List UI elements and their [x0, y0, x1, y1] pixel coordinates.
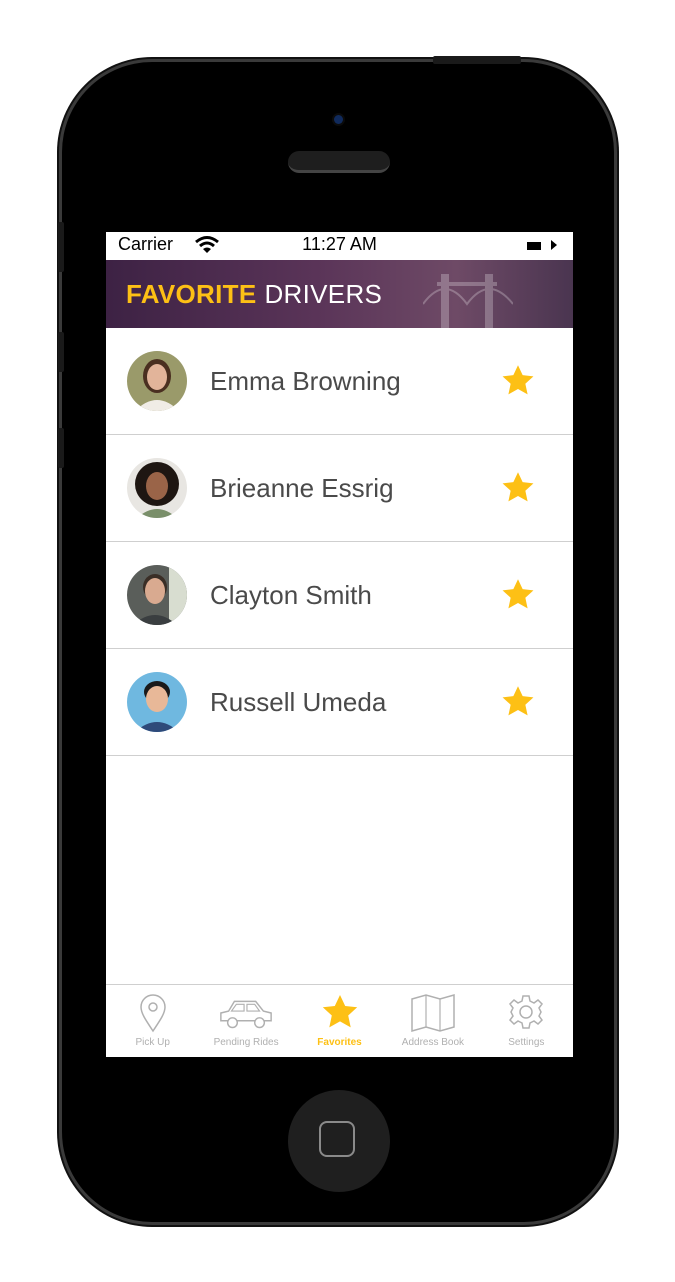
location-pin-icon: [139, 994, 166, 1033]
screen: Carrier 11:27 AM FAVORITE DRIVERS Emma B…: [106, 232, 573, 1057]
driver-row[interactable]: Brieanne Essrig: [106, 435, 573, 542]
volume-down-button: [58, 428, 64, 468]
driver-row[interactable]: Emma Browning: [106, 328, 573, 435]
avatar: [127, 458, 187, 518]
tab-label: Pick Up: [135, 1037, 170, 1048]
tab-bar: Pick Up Pending Rides Favorites Address …: [106, 984, 573, 1057]
car-icon: [220, 1000, 272, 1029]
driver-name: Russell Umeda: [210, 686, 387, 717]
tab-address-book[interactable]: Address Book: [386, 985, 479, 1057]
home-button-icon: [319, 1121, 355, 1157]
star-icon: [322, 995, 357, 1028]
tab-label: Favorites: [317, 1037, 362, 1048]
volume-up-button: [58, 332, 64, 372]
front-camera: [334, 115, 343, 124]
avatar: [127, 672, 187, 732]
device-frame: Carrier 11:27 AM FAVORITE DRIVERS Emma B…: [0, 0, 675, 1282]
speaker-grille: [288, 151, 390, 173]
driver-row[interactable]: Clayton Smith: [106, 542, 573, 649]
tab-settings[interactable]: Settings: [480, 985, 573, 1057]
driver-name: Emma Browning: [210, 365, 401, 396]
battery-icon: [527, 242, 541, 250]
tab-label: Pending Rides: [213, 1037, 279, 1048]
avatar: [127, 565, 187, 625]
page-title: DRIVERS: [264, 278, 383, 309]
star-icon[interactable]: [499, 577, 537, 613]
power-button: [433, 56, 521, 64]
tab-pending-rides[interactable]: Pending Rides: [199, 985, 292, 1057]
tab-pick-up[interactable]: Pick Up: [106, 985, 199, 1057]
driver-row[interactable]: Russell Umeda: [106, 649, 573, 756]
avatar: [127, 351, 187, 411]
bridge-background-icon: [423, 274, 513, 328]
tab-label: Settings: [508, 1037, 545, 1048]
gear-icon: [509, 995, 544, 1029]
drivers-list: Emma Browning Brieanne Essrig Clayton Sm…: [106, 328, 573, 756]
tab-label: Address Book: [401, 1037, 465, 1048]
status-bar: Carrier 11:27 AM: [106, 232, 573, 260]
mute-switch: [58, 222, 64, 272]
driver-name: Brieanne Essrig: [210, 472, 394, 503]
driver-name: Clayton Smith: [210, 579, 372, 610]
clock: 11:27 AM: [302, 234, 377, 254]
star-icon[interactable]: [499, 470, 537, 506]
star-icon[interactable]: [499, 684, 537, 720]
page-title-highlight: FAVORITE: [126, 278, 257, 309]
star-icon[interactable]: [499, 363, 537, 399]
charging-icon: [551, 240, 557, 250]
page-header: FAVORITE DRIVERS: [106, 260, 573, 328]
tab-favorites[interactable]: Favorites: [293, 985, 386, 1057]
book-icon: [411, 994, 455, 1032]
